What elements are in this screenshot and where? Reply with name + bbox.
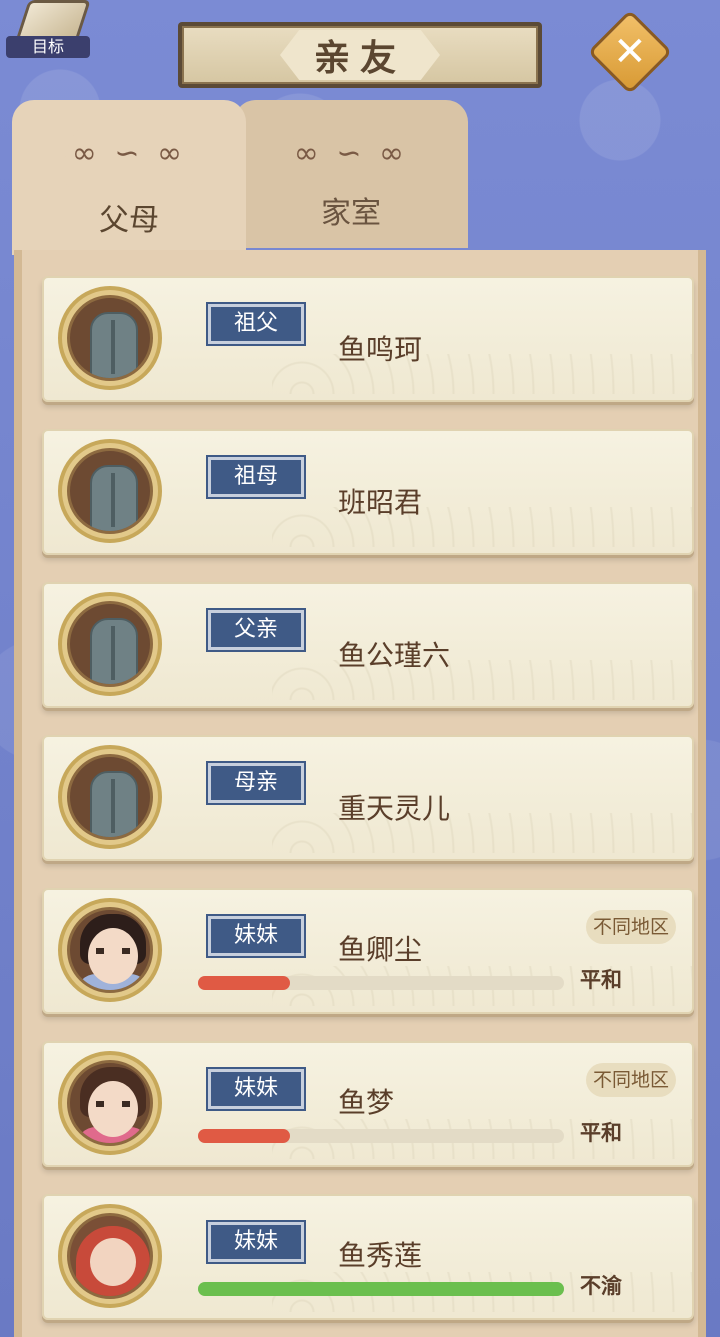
affinity-bar (198, 976, 564, 990)
relative-card[interactable]: 祖母 班昭君 (42, 429, 694, 555)
relatives-panel: 祖父 鱼鸣珂 祖母 班昭君 父亲 鱼公瑾六 母亲 重天灵儿 妹妹 鱼卿尘 不同地… (14, 250, 706, 1337)
title-plate: 亲友 (178, 22, 542, 88)
tombstone-icon (58, 592, 162, 696)
tombstone-icon (58, 286, 162, 390)
affinity-bar-fill (198, 1129, 290, 1143)
girl-portrait-icon (58, 1051, 162, 1155)
relation-badge: 父亲 (206, 608, 306, 652)
tab-family[interactable]: ∞ ∽ ∞ 家室 (234, 100, 468, 248)
relative-name: 鱼秀莲 (338, 1239, 423, 1272)
mood-label: 不渝 (580, 1274, 622, 1298)
relation-badge: 祖母 (206, 455, 306, 499)
tombstone-icon (58, 439, 162, 543)
affinity-bar-fill (198, 976, 290, 990)
baby-portrait-icon (58, 1204, 162, 1308)
mood-label: 平和 (580, 1121, 622, 1145)
tombstone-icon (58, 745, 162, 849)
relative-card[interactable]: 母亲 重天灵儿 (42, 735, 694, 861)
girl-portrait-icon (58, 898, 162, 1002)
mood-label: 平和 (580, 968, 622, 992)
close-icon: ✕ (613, 28, 647, 75)
tab-label: 父母 (99, 203, 159, 238)
relation-badge: 妹妹 (206, 1220, 306, 1264)
region-badge: 不同地区 (586, 1063, 676, 1097)
affinity-bar (198, 1129, 564, 1143)
relation-badge: 妹妹 (206, 914, 306, 958)
region-badge: 不同地区 (586, 910, 676, 944)
relative-name: 班昭君 (338, 486, 423, 519)
relative-card[interactable]: 妹妹 鱼梦 不同地区 平和 (42, 1041, 694, 1167)
affinity-bar (198, 1282, 564, 1296)
relative-name: 鱼鸣珂 (338, 333, 423, 366)
tab-label: 家室 (321, 196, 381, 231)
relative-card[interactable]: 妹妹 鱼卿尘 不同地区 平和 (42, 888, 694, 1014)
relative-card[interactable]: 祖父 鱼鸣珂 (42, 276, 694, 402)
page-title: 亲友 (313, 38, 406, 79)
relative-name: 重天灵儿 (338, 792, 451, 825)
relative-name: 鱼梦 (338, 1086, 395, 1119)
tab-parents[interactable]: ∞ ∽ ∞ 父母 (12, 100, 246, 255)
relative-name: 鱼卿尘 (338, 933, 423, 966)
relation-badge: 母亲 (206, 761, 306, 805)
relative-name: 鱼公瑾六 (338, 639, 451, 672)
relation-badge: 祖父 (206, 302, 306, 346)
affinity-bar-fill (198, 1282, 564, 1296)
relation-badge: 妹妹 (206, 1067, 306, 1111)
goal-label: 目标 (6, 36, 90, 58)
relative-card[interactable]: 妹妹 鱼秀莲 不渝 (42, 1194, 694, 1320)
goal-button[interactable]: 目标 (6, 0, 91, 58)
relative-card[interactable]: 父亲 鱼公瑾六 (42, 582, 694, 708)
